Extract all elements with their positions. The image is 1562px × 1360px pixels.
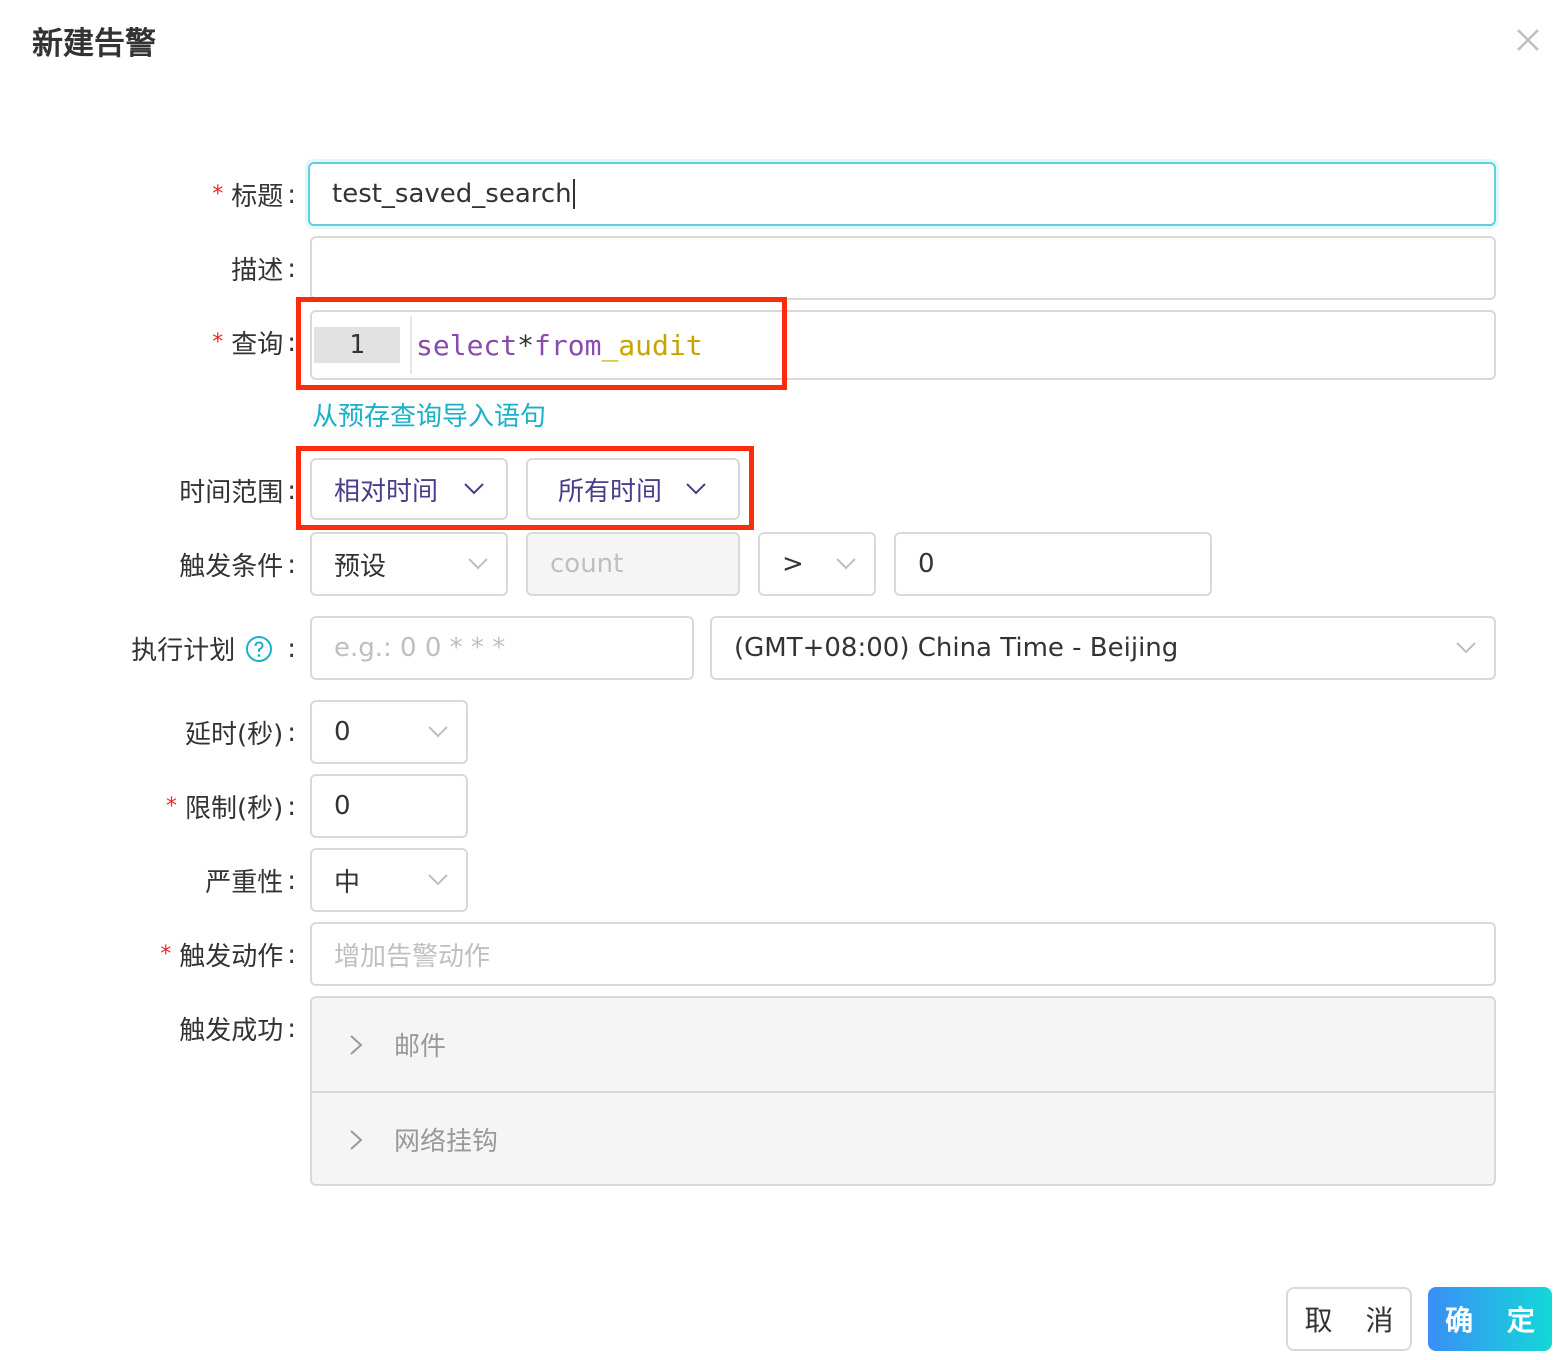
severity-select[interactable]: 中 (310, 848, 468, 912)
cancel-button[interactable]: 取 消 (1286, 1287, 1412, 1351)
chevron-down-icon (428, 874, 448, 886)
dialog-title: 新建告警 (32, 26, 156, 62)
schedule-label: 执行计划 : (131, 633, 296, 667)
highlight-box-query (296, 297, 787, 390)
chevron-right-icon (348, 1033, 364, 1057)
query-label: * 查询: (212, 327, 296, 361)
timezone-select[interactable]: (GMT+08:00) China Time - Beijing (710, 616, 1496, 680)
trigger-success-label: 触发成功: (179, 1013, 296, 1047)
trigger-field-input: count (526, 532, 740, 596)
chevron-down-icon (428, 726, 448, 738)
trigger-action-label: * 触发动作: (160, 939, 296, 973)
chevron-down-icon (836, 558, 856, 570)
trigger-success-collapse: 邮件 网络挂钩 (310, 996, 1496, 1186)
import-saved-query-link[interactable]: 从预存查询导入语句 (312, 396, 546, 433)
title-label: * 标题: (212, 179, 296, 213)
ok-button[interactable]: 确 定 (1428, 1287, 1552, 1351)
highlight-box-time-range (296, 446, 754, 530)
trigger-threshold-input[interactable]: 0 (894, 532, 1212, 596)
trigger-action-select[interactable]: 增加告警动作 (310, 922, 1496, 986)
collapse-item-webhook[interactable]: 网络挂钩 (312, 1091, 1494, 1186)
collapse-item-email[interactable]: 邮件 (312, 998, 1494, 1091)
limit-input[interactable]: 0 (310, 774, 468, 838)
trigger-condition-label: 触发条件: (179, 549, 296, 583)
close-icon[interactable] (1512, 24, 1544, 56)
chevron-right-icon (348, 1128, 364, 1152)
severity-label: 严重性: (205, 865, 296, 899)
chevron-down-icon (468, 558, 488, 570)
description-label: 描述: (231, 253, 296, 287)
description-input[interactable] (310, 236, 1496, 300)
limit-label: * 限制(秒): (165, 791, 296, 825)
title-input[interactable]: test_saved_search (308, 162, 1496, 226)
cron-input[interactable]: e.g.: 0 0 * * * (310, 616, 694, 680)
time-range-label: 时间范围: (179, 475, 296, 509)
question-circle-icon[interactable] (245, 635, 273, 663)
trigger-operator-select[interactable]: > (758, 532, 876, 596)
trigger-mode-select[interactable]: 预设 (310, 532, 508, 596)
chevron-down-icon (1456, 642, 1476, 654)
delay-select[interactable]: 0 (310, 700, 468, 764)
delay-label: 延时(秒): (184, 717, 296, 751)
